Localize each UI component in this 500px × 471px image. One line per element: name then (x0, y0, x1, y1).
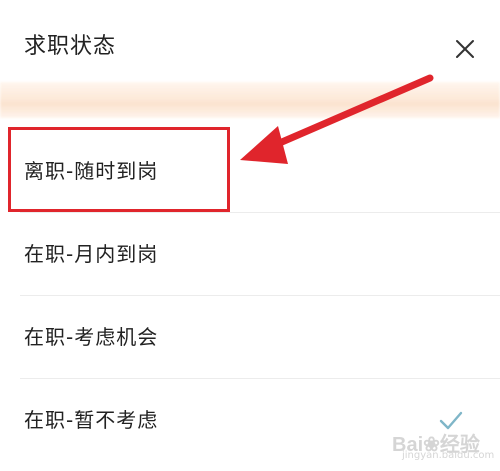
close-button[interactable] (448, 32, 482, 66)
option-employed-considering[interactable]: 在职-考虑机会 (0, 296, 500, 378)
blurred-banner (0, 82, 500, 118)
sheet-header: 求职状态 (0, 0, 500, 82)
option-label: 在职-暂不考虑 (24, 408, 159, 432)
sheet-title: 求职状态 (24, 34, 117, 59)
option-label: 在职-考虑机会 (24, 325, 159, 349)
watermark-sub: jingyan.baidu.com (402, 450, 495, 461)
annotation-highlight-box (8, 127, 230, 212)
baidu-watermark: Bai❀经验 jingyan.baidu.com (378, 418, 498, 462)
close-icon (456, 40, 474, 58)
option-employed-within-month[interactable]: 在职-月内到岗 (0, 213, 500, 295)
job-status-sheet: 求职状态 离职-随时到岗 在职-月内到岗 在职-考虑机会 在职-暂不考虑 Bai… (0, 0, 500, 471)
option-label: 在职-月内到岗 (24, 242, 159, 266)
